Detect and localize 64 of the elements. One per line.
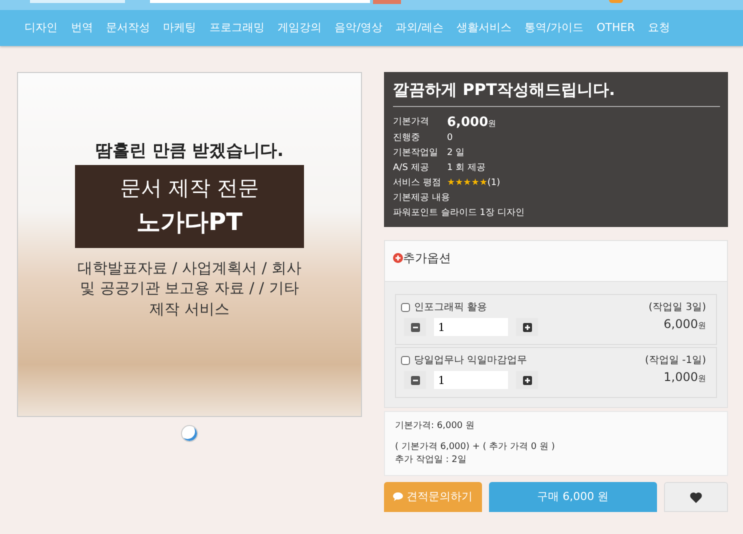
option-label: 인포그래픽 활용 bbox=[414, 301, 488, 315]
plus-icon bbox=[522, 376, 532, 384]
star-icon: ★ bbox=[479, 176, 488, 191]
price-value: 6,000원 bbox=[447, 115, 496, 131]
included-description: 파워포인트 슬라이드 1장 디자인 bbox=[393, 207, 524, 220]
nav-link[interactable]: 디자인 bbox=[18, 10, 64, 46]
star-icon: ★ bbox=[471, 176, 480, 191]
detail-label: 기본제공 내용 bbox=[393, 192, 447, 205]
heart-icon bbox=[690, 492, 702, 504]
minus-icon bbox=[410, 322, 420, 332]
wishlist-button[interactable] bbox=[664, 482, 728, 512]
rating-count: (1) bbox=[487, 177, 500, 190]
option-price: 1,000원 bbox=[662, 369, 706, 386]
price-formula: ( 기본가격 6,000) + ( 추가 가격 0 원 ) bbox=[395, 441, 556, 454]
nav-link[interactable]: 통역/가이드 bbox=[518, 10, 590, 46]
nav-link[interactable]: 게임강의 bbox=[270, 10, 328, 46]
plus-icon bbox=[393, 253, 403, 263]
nav-link[interactable]: 번역 bbox=[64, 10, 100, 46]
detail-label: A/S 제공 bbox=[393, 162, 430, 175]
nav-link[interactable]: 마케팅 bbox=[156, 10, 203, 46]
quantity-field[interactable]: 1 bbox=[434, 371, 508, 389]
nav-link[interactable]: 과외/레슨 bbox=[389, 10, 450, 46]
decrease-button[interactable] bbox=[404, 371, 426, 389]
options-title: 추가옵션 bbox=[403, 251, 451, 265]
quantity-field[interactable]: 1 bbox=[434, 318, 508, 336]
detail-value: 0 bbox=[447, 132, 453, 145]
nav-link[interactable]: 문서작성 bbox=[99, 10, 157, 46]
banner-heading: 문서 제작 전문 bbox=[118, 174, 260, 202]
plus-icon bbox=[522, 322, 532, 332]
increase-button[interactable] bbox=[516, 318, 538, 336]
nav-link[interactable]: OTHER bbox=[590, 10, 642, 46]
detail-label: 서비스 평점 bbox=[393, 177, 442, 190]
chat-icon bbox=[393, 492, 404, 501]
base-price-text: 기본가격: 6,000 원 bbox=[395, 420, 476, 433]
star-icon: ★ bbox=[447, 176, 456, 191]
detail-value: 2 일 bbox=[447, 147, 465, 160]
detail-label: 진행중 bbox=[393, 132, 421, 145]
minus-icon bbox=[410, 376, 420, 384]
inquiry-button[interactable]: 견적문의하기 bbox=[384, 482, 482, 512]
buy-button[interactable]: 구매 6,000 원 bbox=[488, 482, 658, 512]
decrease-button[interactable] bbox=[404, 318, 426, 336]
option-label: 당일업무나 익일마감업무 bbox=[414, 354, 528, 368]
nav-link[interactable]: 요청 bbox=[641, 10, 677, 46]
option-price: 6,000원 bbox=[662, 316, 706, 333]
extra-days-text: 추가 작업일 : 2일 bbox=[395, 454, 468, 467]
increase-button[interactable] bbox=[516, 371, 538, 389]
image-tagline: 땀흘린 만큼 받겠습니다. bbox=[95, 140, 284, 163]
option-checkbox[interactable] bbox=[401, 303, 410, 312]
detail-label: 기본가격 bbox=[393, 116, 430, 129]
option-checkbox[interactable] bbox=[401, 356, 410, 365]
detail-value: 1 회 제공 bbox=[447, 162, 486, 175]
star-icon: ★ bbox=[455, 176, 464, 191]
option-days: (작업일 -1일) bbox=[645, 353, 706, 368]
banner-brand: 노가다PT bbox=[136, 207, 244, 238]
image-description: 대학발표자료 / 사업계획서 / 회사 및 공공기관 보고용 자료 / / 기타 제작 서비스 bbox=[76, 258, 303, 319]
nav-link[interactable]: 음악/영상 bbox=[328, 10, 390, 46]
carousel-dot[interactable] bbox=[181, 425, 198, 442]
search-field[interactable] bbox=[150, 0, 370, 3]
nav-link[interactable]: 생활서비스 bbox=[450, 10, 518, 46]
star-icon: ★ bbox=[463, 176, 472, 191]
nav-link[interactable]: 프로그래밍 bbox=[202, 10, 271, 46]
service-title: 깔끔하게 PPT작성해드립니다. bbox=[393, 76, 720, 107]
detail-label: 기본작업일 bbox=[393, 147, 439, 160]
option-days: (작업일 3일) bbox=[648, 300, 706, 315]
